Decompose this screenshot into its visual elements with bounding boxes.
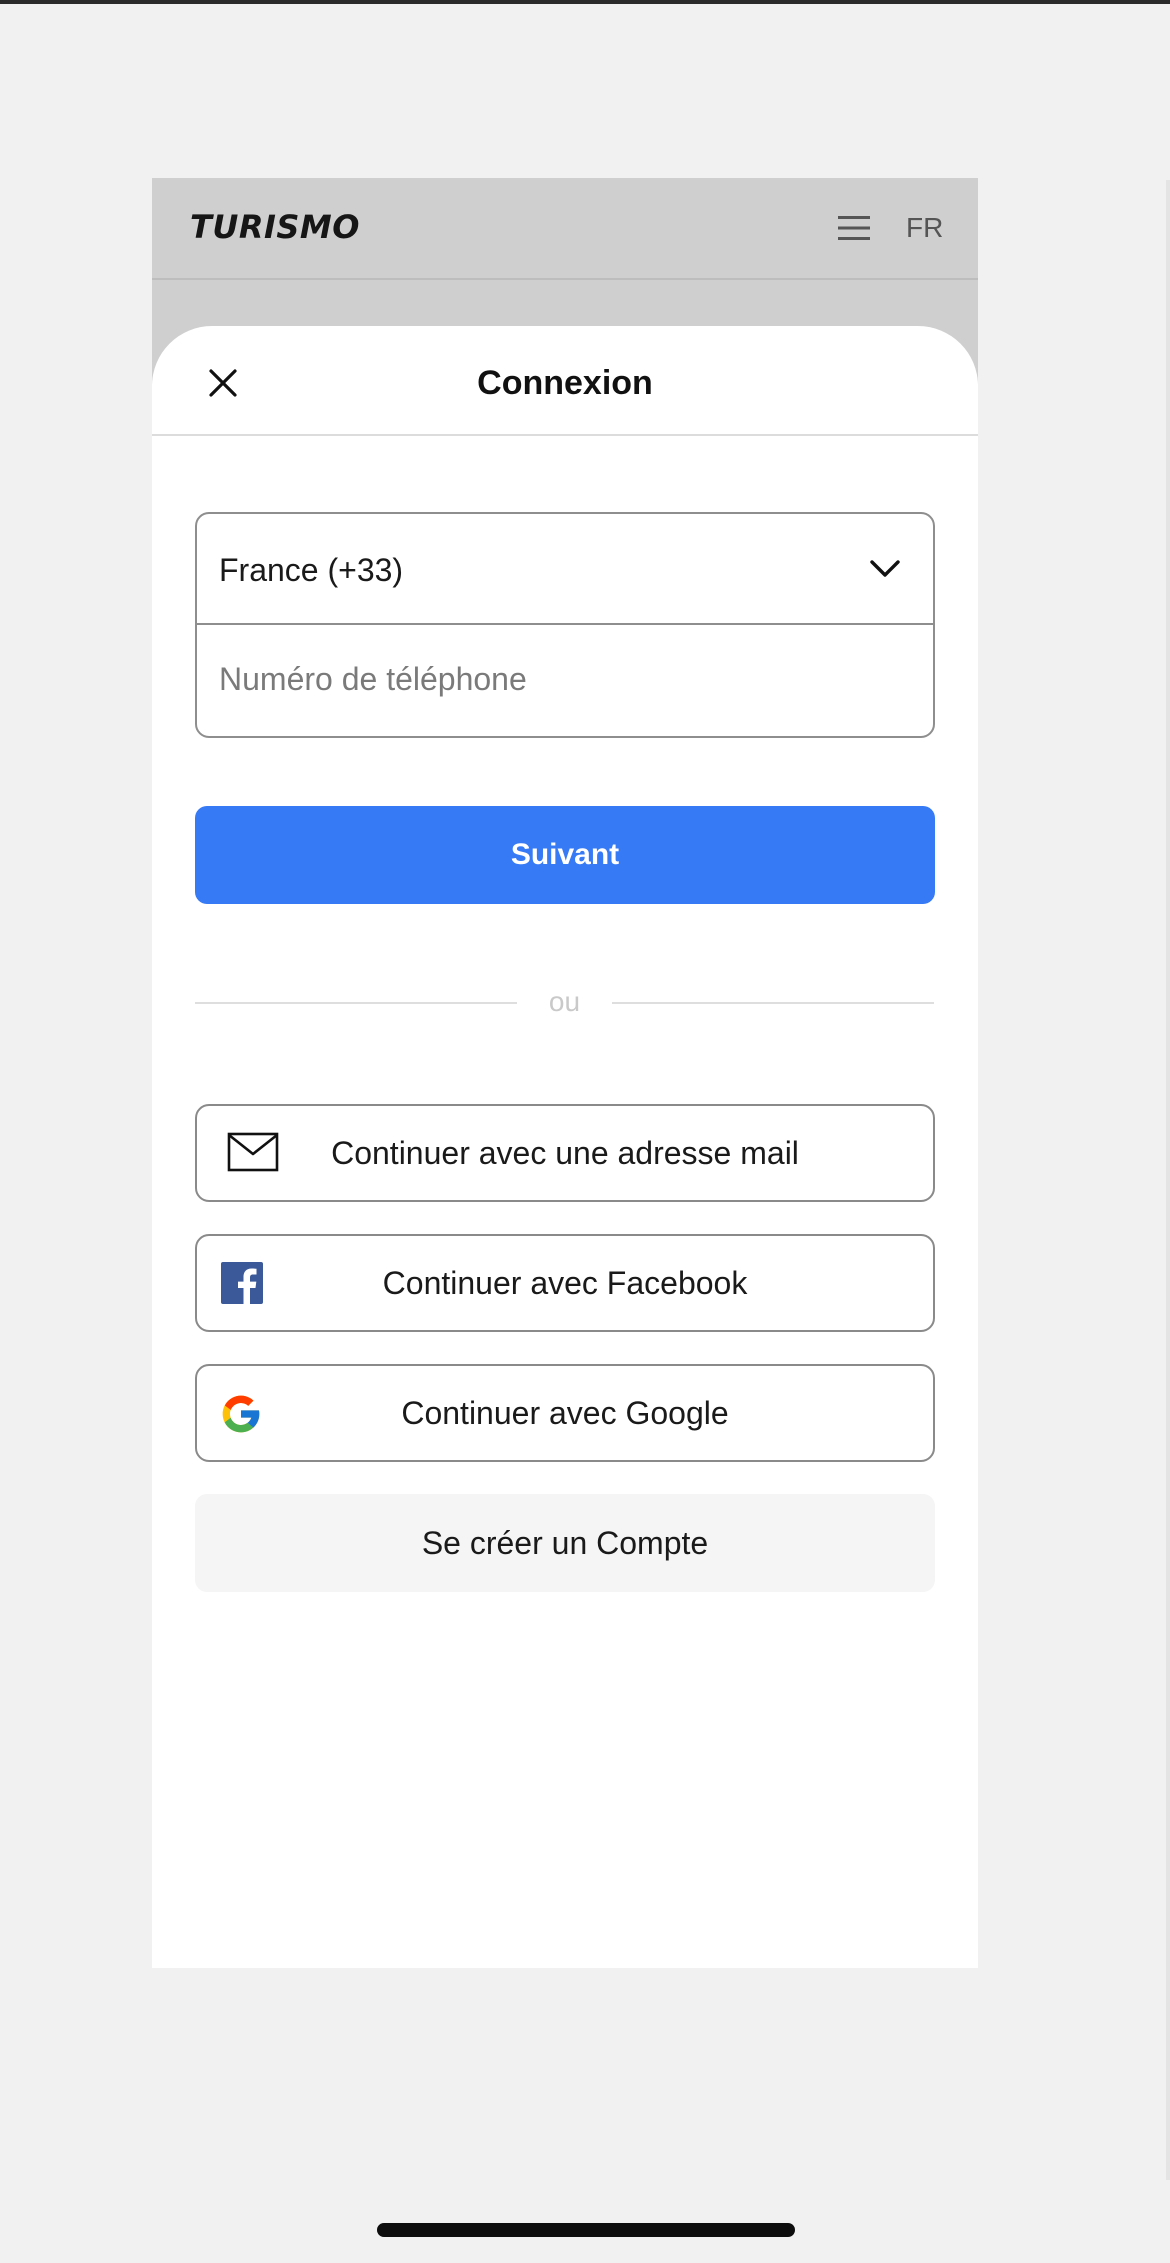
phone-number-input[interactable] xyxy=(219,656,909,702)
country-code-value: France (+33) xyxy=(219,552,404,588)
sheet-header: Connexion xyxy=(152,326,978,436)
top-edge-bar xyxy=(0,0,1170,4)
brand-logo[interactable]: TURISMO xyxy=(190,208,360,246)
home-indicator[interactable] xyxy=(377,2223,795,2237)
phone-login-group: France (+33) xyxy=(195,512,935,738)
email-button-label: Continuer avec une adresse mail xyxy=(331,1135,799,1171)
adjacent-panel-edge xyxy=(1166,180,1170,2180)
hamburger-menu-icon[interactable] xyxy=(838,214,870,242)
login-sheet: Connexion France (+33) Suivant ou Contin… xyxy=(152,326,978,1968)
create-account-button[interactable]: Se créer un Compte xyxy=(195,1494,935,1592)
continue-with-google-button[interactable]: Continuer avec Google xyxy=(195,1364,935,1462)
continue-with-email-button[interactable]: Continuer avec une adresse mail xyxy=(195,1104,935,1202)
next-button[interactable]: Suivant xyxy=(195,806,935,904)
google-button-label: Continuer avec Google xyxy=(401,1395,729,1431)
continue-with-facebook-button[interactable]: Continuer avec Facebook xyxy=(195,1234,935,1332)
country-code-select[interactable]: France (+33) xyxy=(197,514,933,625)
app-viewport: TURISMO FR Connexion France (+33) Su xyxy=(152,178,978,1968)
chevron-down-icon xyxy=(870,560,900,577)
divider-line-left xyxy=(195,1002,517,1004)
sheet-title: Connexion xyxy=(477,364,653,402)
facebook-button-label: Continuer avec Facebook xyxy=(382,1265,748,1301)
language-selector[interactable]: FR xyxy=(906,212,943,244)
divider-label: ou xyxy=(548,986,581,1017)
divider-line-right xyxy=(612,1002,934,1004)
app-header: TURISMO FR xyxy=(152,178,978,280)
